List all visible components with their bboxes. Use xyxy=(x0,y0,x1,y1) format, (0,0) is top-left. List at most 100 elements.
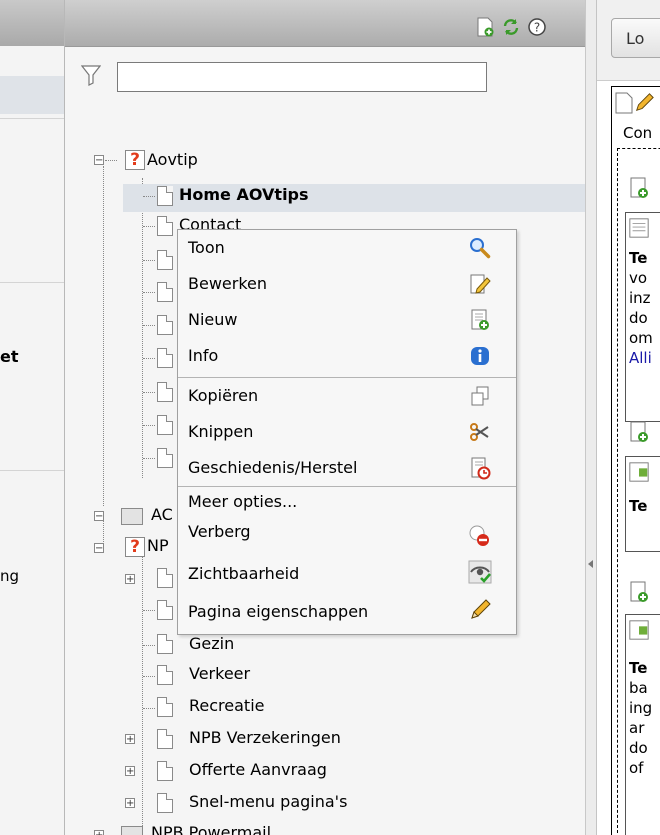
filter-icon[interactable] xyxy=(81,64,101,86)
page-icon[interactable] xyxy=(157,793,173,813)
collapse-arrow-icon[interactable] xyxy=(588,560,594,568)
menu-item-label: Bewerken xyxy=(188,274,268,293)
tree-node-label[interactable]: Aovtip xyxy=(147,150,198,169)
page-icon[interactable] xyxy=(157,634,173,654)
help-icon[interactable]: ? xyxy=(527,17,547,37)
tree-guide-line xyxy=(103,166,104,506)
menu-item-verberg[interactable]: Verberg xyxy=(178,518,516,554)
scissors-icon xyxy=(470,423,489,441)
content-element-text: ar xyxy=(629,719,645,737)
expand-toggle[interactable]: + xyxy=(125,798,135,809)
history-icon xyxy=(471,457,491,480)
tree-node-label[interactable]: Snel-menu pagina's xyxy=(189,792,347,811)
page-icon[interactable] xyxy=(157,665,173,685)
tree-node-label[interactable]: Gezin xyxy=(189,634,234,653)
expand-toggle[interactable]: + xyxy=(125,734,135,745)
image-element-icon xyxy=(629,620,649,640)
content-element-text: ba xyxy=(629,679,648,697)
menu-item-label: Nieuw xyxy=(188,310,238,329)
collapse-toggle[interactable]: − xyxy=(94,511,104,522)
column-label: Con xyxy=(623,124,653,142)
module-menu-item-ng[interactable]: ng xyxy=(0,567,19,585)
content-element[interactable]: Te xyxy=(625,456,660,552)
content-tab-button[interactable]: Lo xyxy=(611,18,660,58)
module-menu-item-selected[interactable] xyxy=(0,76,64,114)
expand-toggle[interactable]: + xyxy=(125,766,135,777)
tree-node-label[interactable]: NP xyxy=(147,536,169,555)
page-icon[interactable] xyxy=(157,250,173,270)
tree-guide-line xyxy=(143,708,155,709)
question-page-icon[interactable]: ? xyxy=(125,537,145,557)
content-element-title: Te xyxy=(629,249,648,267)
collapse-toggle[interactable]: − xyxy=(94,155,104,166)
content-element-title: Te xyxy=(629,659,648,677)
page-icon[interactable] xyxy=(157,600,173,620)
text-element-icon xyxy=(629,218,649,238)
tree-filter-input[interactable] xyxy=(117,62,487,92)
tree-guide-line xyxy=(143,610,155,611)
content-panel: Lo Con Te vo inz do om Alli Te Te ba ing… xyxy=(597,0,660,835)
menu-item-zichtbaarheid[interactable]: Zichtbaarheid xyxy=(178,558,516,594)
folder-icon[interactable] xyxy=(121,826,143,835)
new-page-icon[interactable] xyxy=(475,17,495,37)
pencil-icon[interactable] xyxy=(633,92,655,114)
refresh-icon[interactable] xyxy=(501,17,521,37)
page-icon[interactable] xyxy=(157,282,173,302)
svg-text:?: ? xyxy=(534,21,540,35)
content-element[interactable]: Te vo inz do om Alli xyxy=(625,212,660,422)
tree-guide-line xyxy=(143,645,155,646)
page-icon[interactable] xyxy=(157,186,173,206)
page-icon[interactable] xyxy=(157,315,173,335)
tree-node-label[interactable]: Verkeer xyxy=(189,664,250,683)
page-icon[interactable] xyxy=(157,568,173,588)
magnifier-icon xyxy=(470,238,491,259)
edit-page-icon xyxy=(470,274,491,294)
content-element-text: do xyxy=(629,739,648,757)
menu-item-pagina-eigenschappen[interactable]: Pagina eigenschappen xyxy=(178,596,516,632)
menu-item-kopieren[interactable]: Kopiëren xyxy=(178,378,516,414)
page-icon[interactable] xyxy=(615,92,633,114)
menu-item-knippen[interactable]: Knippen xyxy=(178,414,516,450)
collapse-toggle[interactable]: − xyxy=(94,543,104,554)
page-icon[interactable] xyxy=(157,348,173,368)
content-element-text: do xyxy=(629,309,648,327)
expand-toggle[interactable]: + xyxy=(125,574,135,585)
new-content-icon[interactable] xyxy=(627,176,651,200)
menu-item-geschiedenis[interactable]: Geschiedenis/Herstel xyxy=(178,450,516,486)
visibility-icon xyxy=(468,560,492,584)
expand-toggle[interactable]: + xyxy=(94,830,104,835)
tree-node-label[interactable]: Recreatie xyxy=(189,696,264,715)
page-icon[interactable] xyxy=(157,382,173,402)
question-page-icon[interactable]: ? xyxy=(125,150,145,170)
page-icon[interactable] xyxy=(157,697,173,717)
page-icon[interactable] xyxy=(157,761,173,781)
tree-node-label[interactable]: NPB Verzekeringen xyxy=(189,728,341,747)
menu-item-label: Geschiedenis/Herstel xyxy=(188,458,358,477)
tree-node-label[interactable]: NPB Powermail xyxy=(151,823,271,835)
menu-item-label: Pagina eigenschappen xyxy=(188,602,369,621)
new-content-icon[interactable] xyxy=(627,580,651,604)
tree-guide-line xyxy=(143,425,155,426)
menu-item-toon[interactable]: Toon xyxy=(178,230,516,266)
page-icon[interactable] xyxy=(157,448,173,468)
page-icon[interactable] xyxy=(157,415,173,435)
tree-node-label[interactable]: Offerte Aanvraag xyxy=(189,760,327,779)
tree-node-label[interactable]: AC xyxy=(151,505,173,524)
menu-item-label: Knippen xyxy=(188,422,254,441)
content-element-link[interactable]: Alli xyxy=(629,349,652,367)
folder-icon[interactable] xyxy=(121,508,143,525)
page-icon[interactable] xyxy=(157,216,173,236)
menu-item-meer-opties[interactable]: Meer opties... xyxy=(178,486,516,518)
tree-node-label[interactable]: Home AOVtips xyxy=(179,185,309,204)
menu-item-bewerken[interactable]: Bewerken xyxy=(178,266,516,302)
content-element[interactable]: Te ba ing ar do of xyxy=(625,614,660,835)
content-element-text: vo xyxy=(629,269,648,287)
panel-splitter[interactable] xyxy=(586,0,597,835)
new-content-icon[interactable] xyxy=(627,420,651,444)
module-menu-item-et[interactable]: et xyxy=(0,347,19,366)
menu-item-nieuw[interactable]: Nieuw xyxy=(178,302,516,338)
content-element-title: Te xyxy=(629,497,648,515)
menu-item-info[interactable]: Info xyxy=(178,338,516,374)
tree-guide-line xyxy=(143,358,155,359)
page-icon[interactable] xyxy=(157,729,173,749)
